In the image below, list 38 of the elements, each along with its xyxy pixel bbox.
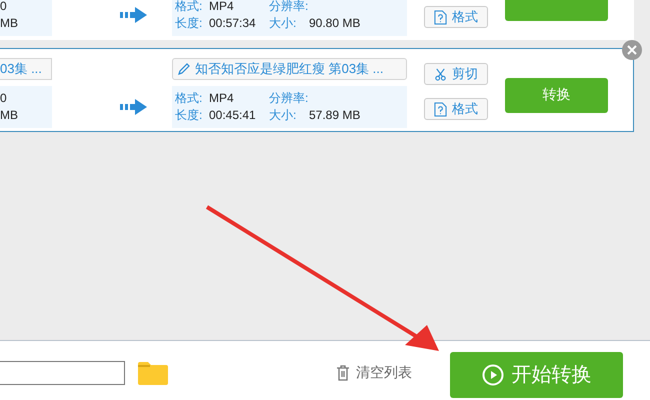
folder-icon[interactable] <box>138 360 168 384</box>
format-label: 格式: <box>175 91 204 106</box>
pencil-icon <box>177 62 191 76</box>
close-icon[interactable] <box>622 40 642 60</box>
start-convert-button[interactable]: 开始转换 <box>450 352 623 398</box>
format-button[interactable]: 格式 <box>424 98 488 120</box>
convert-button[interactable]: 转换 <box>505 78 608 112</box>
size-value: 90.80 MB <box>309 16 362 31</box>
cut-button[interactable]: 剪切 <box>424 63 488 85</box>
format-label: 格式: <box>175 0 204 14</box>
convert-arrow-icon <box>120 7 148 23</box>
file-question-icon <box>434 102 447 116</box>
output-name-text: 知否知否应是绿肥红瘦 第03集 ... <box>195 60 384 78</box>
format-value: MP4 <box>209 0 235 14</box>
scissors-icon <box>434 66 447 82</box>
convert-arrow-icon <box>120 99 148 115</box>
clear-list-button[interactable]: 清空列表 <box>336 364 412 382</box>
resolution-label: 分辨率: <box>269 0 309 14</box>
source-info-text: MB <box>0 108 19 123</box>
output-path-field[interactable] <box>0 360 125 384</box>
resolution-label: 分辨率: <box>269 91 309 106</box>
format-button[interactable]: 格式 <box>424 6 488 28</box>
size-label: 大小: <box>269 16 298 31</box>
size-value: 57.89 MB <box>309 108 362 123</box>
play-icon <box>482 364 504 386</box>
source-name-chip: 03集 ... <box>0 58 52 80</box>
source-info-text: 0 <box>0 0 8 14</box>
size-label: 大小: <box>269 108 298 123</box>
output-name-field[interactable]: 知否知否应是绿肥红瘦 第03集 ... <box>172 58 407 80</box>
duration-label: 长度: <box>175 16 204 31</box>
duration-value: 00:57:34 <box>209 16 257 31</box>
format-value: MP4 <box>209 91 235 106</box>
duration-value: 00:45:41 <box>209 108 257 123</box>
trash-icon <box>336 364 350 380</box>
source-info-text: MB <box>0 16 19 31</box>
duration-label: 长度: <box>175 108 204 123</box>
source-info-text: 0 <box>0 91 8 106</box>
file-question-icon <box>434 10 447 24</box>
